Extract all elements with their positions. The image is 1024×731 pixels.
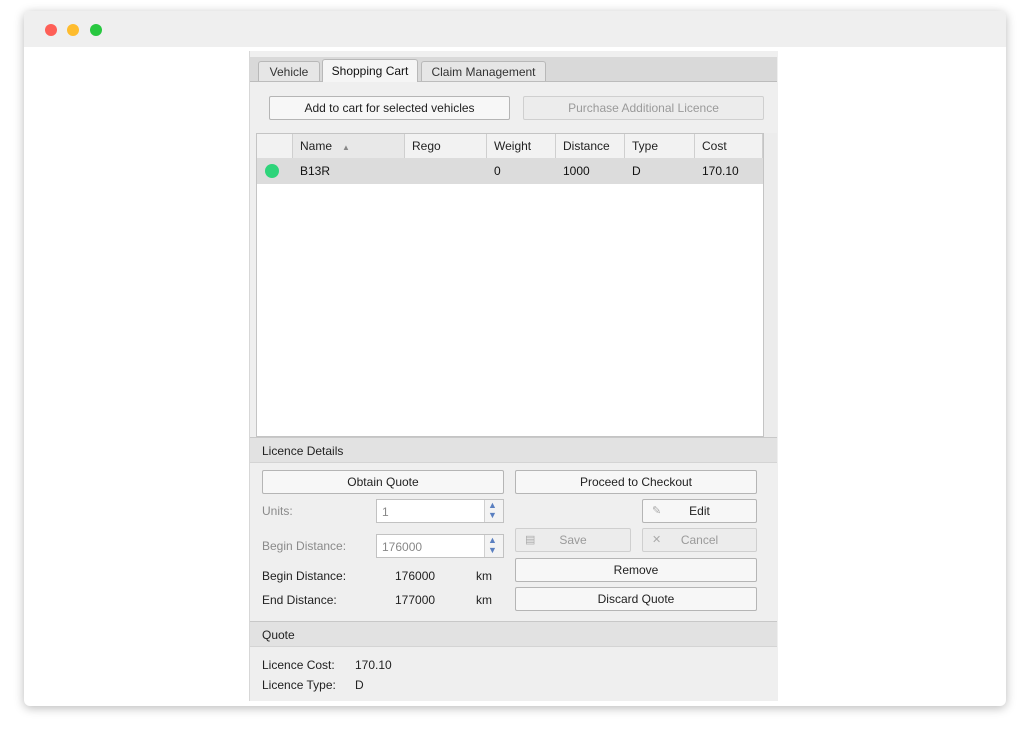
edit-button[interactable]: ✎ Edit	[642, 499, 757, 523]
cell-cost: 170.10	[702, 164, 739, 178]
units-value: 1	[382, 505, 389, 519]
cell-name: B13R	[300, 164, 331, 178]
add-to-cart-button[interactable]: Add to cart for selected vehicles	[269, 96, 510, 120]
status-active-icon	[265, 164, 279, 178]
close-icon: ✕	[652, 534, 662, 546]
begin-distance-spinner[interactable]: 176000 ▲ ▼	[376, 534, 504, 558]
floppy-disk-icon: ▤	[525, 534, 536, 546]
table-row[interactable]: B13R 0 1000 D 170.10	[257, 158, 763, 184]
column-header-weight[interactable]: Weight	[487, 134, 556, 158]
end-distance-unit: km	[476, 593, 492, 607]
tab-claim-management[interactable]: Claim Management	[421, 61, 546, 81]
tab-vehicle[interactable]: Vehicle	[258, 61, 320, 81]
column-header-cost[interactable]: Cost	[695, 134, 763, 158]
begin-distance-input-label: Begin Distance:	[262, 539, 347, 553]
vehicle-cart-table: Name ▲ Rego Weight Distance Type Cost B13…	[256, 133, 764, 437]
column-header-distance[interactable]: Distance	[556, 134, 625, 158]
obtain-quote-button[interactable]: Obtain Quote	[262, 470, 504, 494]
cell-type: D	[632, 164, 641, 178]
licence-type-value: D	[355, 678, 364, 692]
cancel-button-label: Cancel	[680, 533, 719, 547]
chevron-down-icon[interactable]: ▼	[488, 546, 497, 555]
column-header-rego[interactable]: Rego	[405, 134, 487, 158]
begin-distance-input-value: 176000	[382, 540, 423, 554]
save-button-label: Save	[559, 533, 587, 547]
purchase-additional-licence-button[interactable]: Purchase Additional Licence	[523, 96, 764, 120]
chevron-up-icon[interactable]: ▲	[488, 536, 497, 545]
begin-distance-value: 176000	[395, 569, 436, 583]
column-header-name-label: Name	[300, 139, 333, 153]
begin-distance-unit: km	[476, 569, 492, 583]
begin-distance-stepper[interactable]: ▲ ▼	[484, 535, 503, 557]
licence-cost-value: 170.10	[355, 658, 392, 672]
proceed-to-checkout-button[interactable]: Proceed to Checkout	[515, 470, 757, 494]
licence-details-header: Licence Details	[250, 437, 777, 463]
end-distance-value: 177000	[395, 593, 436, 607]
column-header-type[interactable]: Type	[625, 134, 695, 158]
cell-distance: 1000	[563, 164, 590, 178]
shopping-cart-panel: Vehicle Shopping Cart Claim Management A…	[249, 51, 778, 701]
sort-ascending-icon: ▲	[342, 143, 350, 152]
cell-rego	[405, 158, 487, 184]
minimize-window-button[interactable]	[67, 24, 79, 36]
table-header: Name ▲ Rego Weight Distance Type Cost	[257, 134, 763, 159]
column-header-name[interactable]: Name ▲	[293, 134, 405, 158]
begin-distance-label: Begin Distance:	[262, 569, 347, 583]
remove-button[interactable]: Remove	[515, 558, 757, 582]
tab-shopping-cart[interactable]: Shopping Cart	[322, 59, 418, 82]
pencil-icon: ✎	[652, 505, 662, 517]
save-button[interactable]: ▤ Save	[515, 528, 631, 552]
units-spinner[interactable]: 1 ▲ ▼	[376, 499, 504, 523]
licence-type-label: Licence Type:	[262, 678, 336, 692]
tab-bar: Vehicle Shopping Cart Claim Management	[250, 57, 777, 82]
table-scrollbar[interactable]	[764, 133, 777, 437]
window-titlebar	[24, 11, 1006, 47]
zoom-window-button[interactable]	[90, 24, 102, 36]
edit-button-label: Edit	[689, 504, 710, 518]
end-distance-label: End Distance:	[262, 593, 337, 607]
cancel-button[interactable]: ✕ Cancel	[642, 528, 757, 552]
chevron-down-icon[interactable]: ▼	[488, 511, 497, 520]
units-stepper[interactable]: ▲ ▼	[484, 500, 503, 522]
licence-cost-label: Licence Cost:	[262, 658, 335, 672]
quote-header: Quote	[250, 621, 777, 647]
units-label: Units:	[262, 504, 293, 518]
chevron-up-icon[interactable]: ▲	[488, 501, 497, 510]
discard-quote-button[interactable]: Discard Quote	[515, 587, 757, 611]
close-window-button[interactable]	[45, 24, 57, 36]
app-window: Vehicle Shopping Cart Claim Management A…	[24, 11, 1006, 706]
column-header-status[interactable]	[257, 134, 293, 158]
cell-weight: 0	[494, 164, 501, 178]
